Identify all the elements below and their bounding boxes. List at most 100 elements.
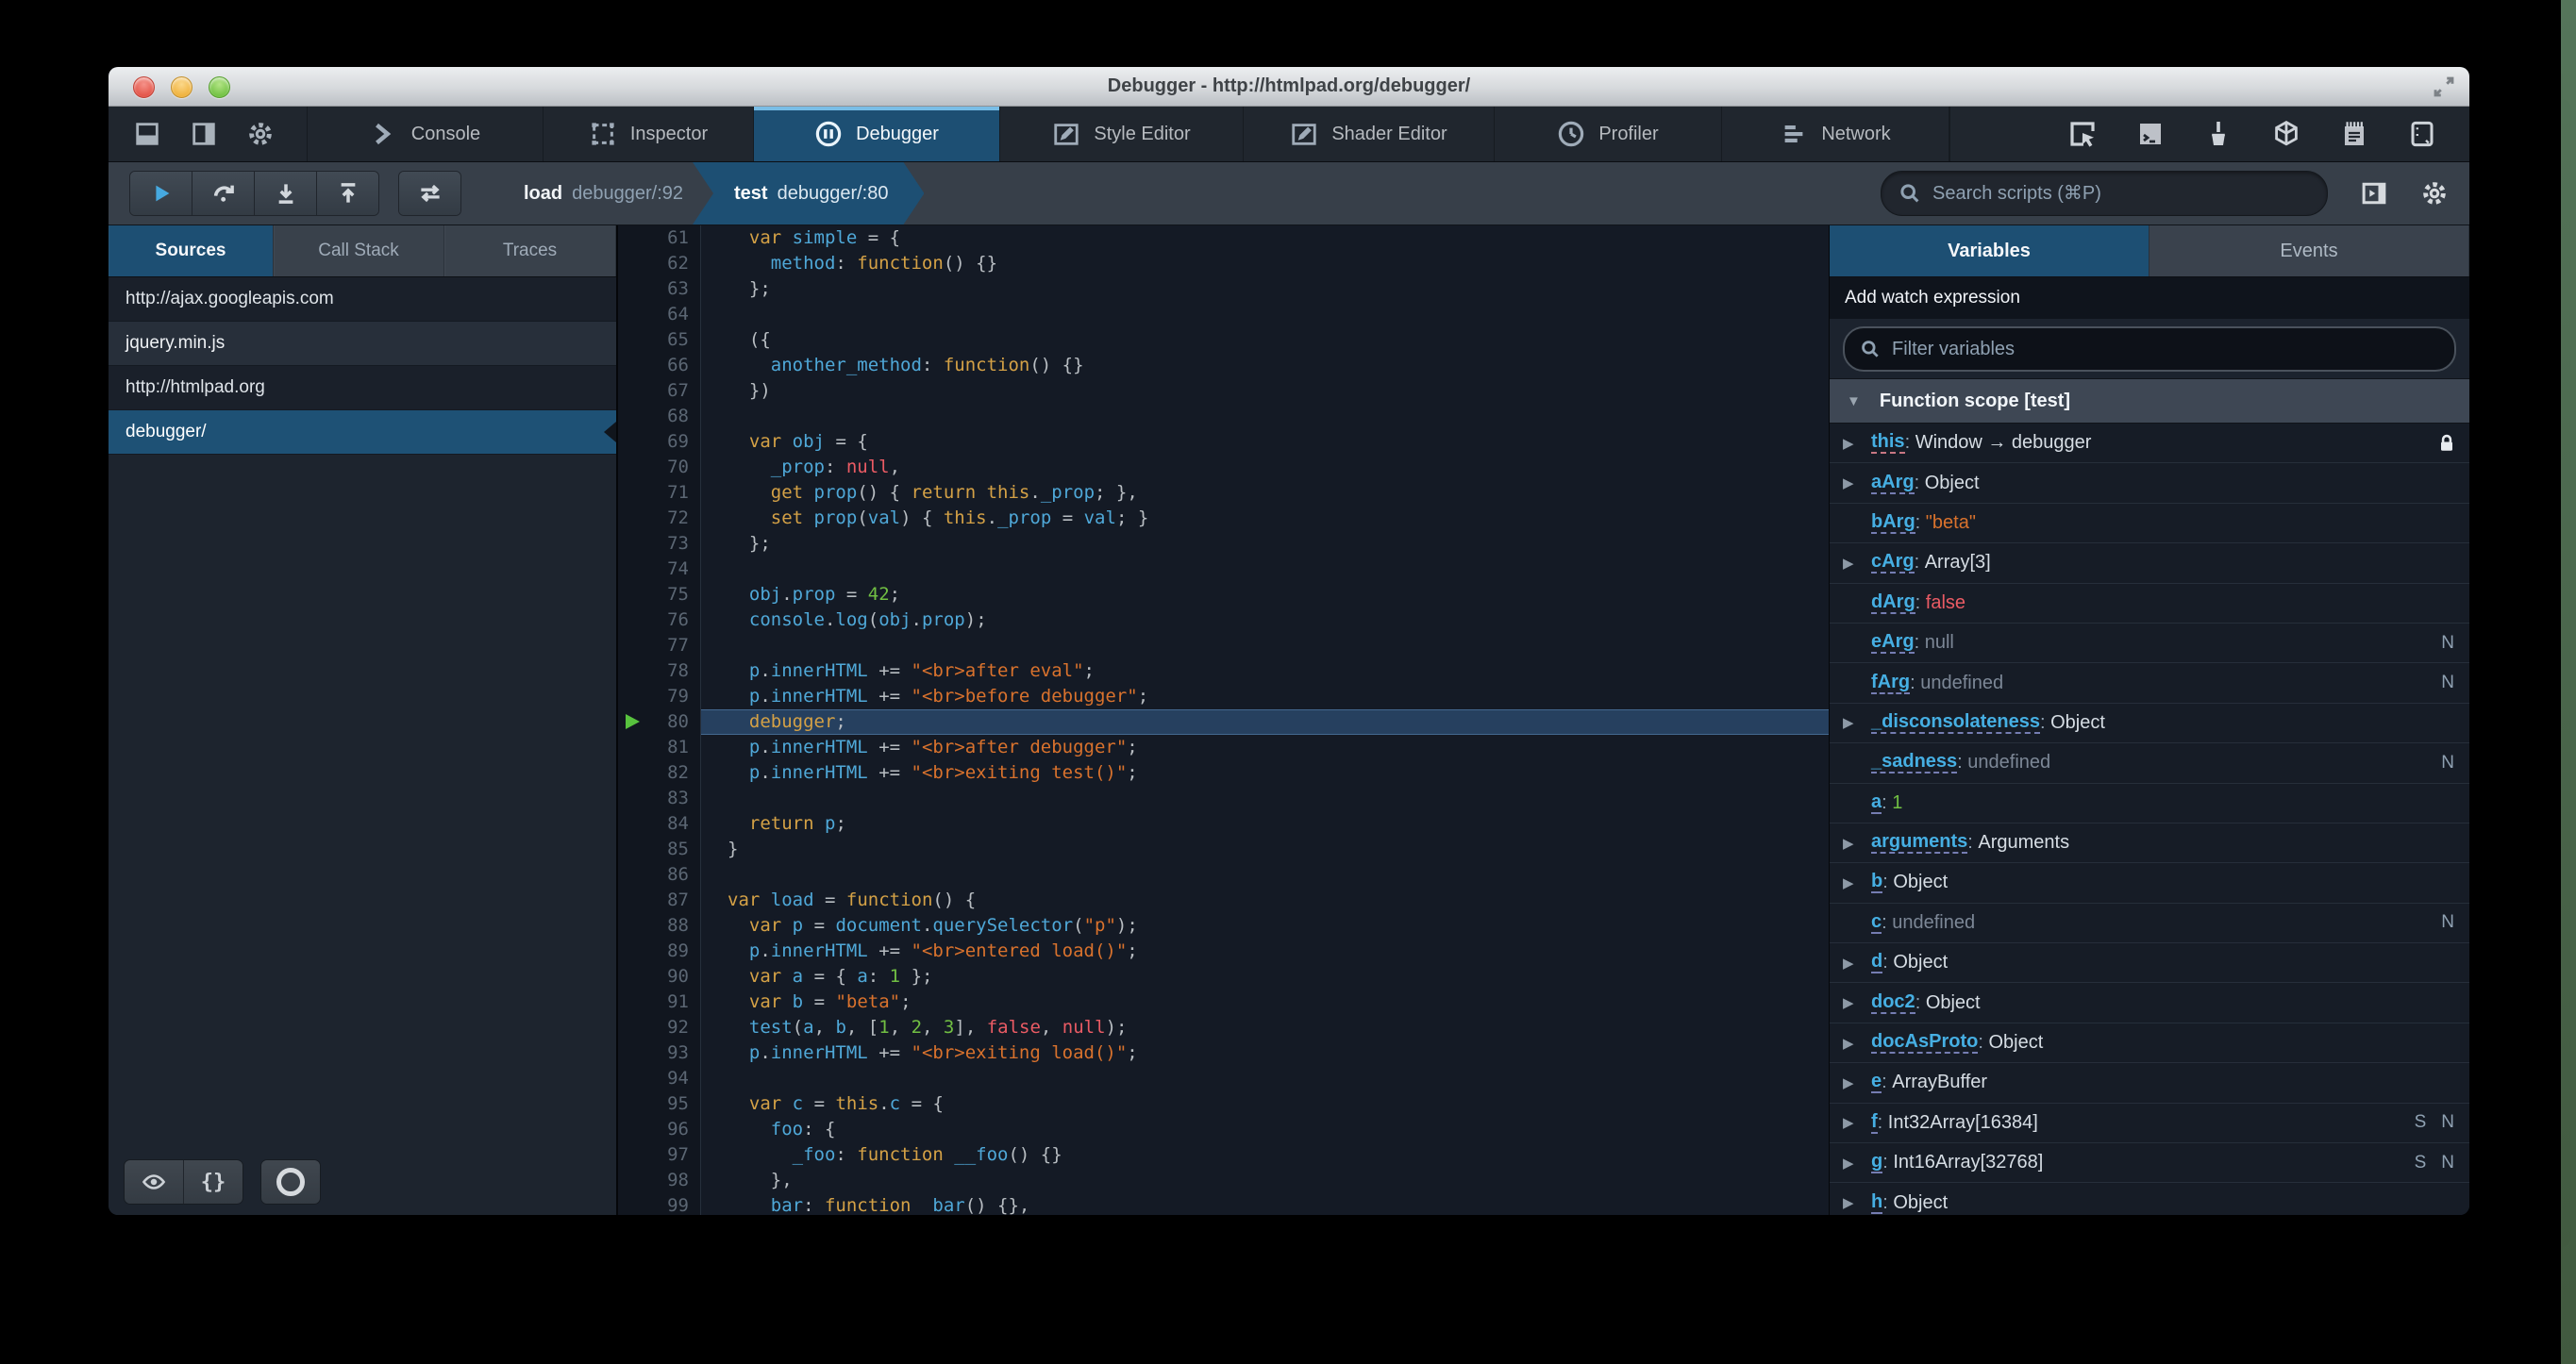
panel-toggle-icon[interactable] [2360,179,2388,208]
line-number[interactable]: 67 [618,378,701,404]
sidebar-tab-traces[interactable]: Traces [444,225,616,276]
line-number[interactable]: 88 [618,913,701,939]
expand-arrow-icon[interactable]: ▶ [1843,714,1854,731]
sidebar-tab-call-stack[interactable]: Call Stack [274,225,445,276]
panel-tab-events[interactable]: Events [2149,225,2469,276]
panel-tab-variables[interactable]: Variables [1830,225,2149,276]
dock-bottom-icon[interactable] [133,120,161,148]
line-number[interactable]: 99 [618,1193,701,1215]
pause-on-exceptions-button[interactable] [261,1160,320,1204]
source-item[interactable]: jquery.min.js [109,322,616,366]
line-number[interactable]: 68 [618,404,701,429]
expand-arrow-icon[interactable]: ▶ [1843,1074,1854,1091]
zoom-button[interactable] [209,76,230,98]
close-button[interactable] [133,76,155,98]
source-group[interactable]: http://htmlpad.org [109,366,616,410]
line-number[interactable]: 84 [618,811,701,837]
tab-inspector[interactable]: Inspector [543,107,753,161]
line-number[interactable]: 71 [618,480,701,506]
variable-row[interactable]: ▶ arguments: Arguments [1830,823,2469,864]
expand-arrow-icon[interactable]: ▶ [1843,1035,1854,1052]
variable-row[interactable]: ▶ f: Int32Array[16384] SN [1830,1104,2469,1144]
toggle-black-boxing-button[interactable] [399,172,460,215]
expand-arrow-icon[interactable]: ▶ [1843,1194,1854,1211]
variable-row[interactable]: c: undefined N [1830,904,2469,944]
line-number[interactable]: 95 [618,1091,701,1117]
variable-row[interactable]: ▶ e: ArrayBuffer [1830,1063,2469,1104]
expand-arrow-icon[interactable]: ▶ [1843,1114,1854,1131]
line-number[interactable]: 89 [618,939,701,964]
tilt-3d-icon[interactable] [2271,119,2301,149]
line-number[interactable]: 85 [618,837,701,862]
line-number[interactable]: 91 [618,990,701,1015]
line-number[interactable]: 69 [618,429,701,455]
line-number[interactable]: 83 [618,786,701,811]
line-number[interactable]: 65 [618,327,701,353]
line-number[interactable]: 80 [618,709,701,735]
split-console-icon[interactable] [2135,119,2166,149]
line-number[interactable]: 93 [618,1040,701,1066]
breadcrumb-load[interactable]: load debugger/:92 [501,162,706,225]
line-number[interactable]: 78 [618,658,701,684]
line-number[interactable]: 73 [618,531,701,557]
step-out-button[interactable] [316,172,378,215]
tab-console[interactable]: Console [307,107,543,161]
line-number[interactable]: 62 [618,251,701,276]
tab-style-editor[interactable]: Style Editor [999,107,1243,161]
paintbrush-icon[interactable] [2203,119,2233,149]
variable-row[interactable]: fArg: undefined N [1830,663,2469,704]
line-number[interactable]: 81 [618,735,701,760]
step-over-button[interactable] [192,172,254,215]
expand-arrow-icon[interactable]: ▶ [1843,835,1854,852]
resume-button[interactable] [130,172,192,215]
variable-row[interactable]: ▶ docAsProto: Object [1830,1023,2469,1064]
step-in-button[interactable] [254,172,316,215]
variable-row[interactable]: bArg: "beta" [1830,504,2469,544]
tab-debugger[interactable]: Debugger [753,107,999,161]
line-number[interactable]: 61 [618,225,701,251]
line-number[interactable]: 74 [618,557,701,582]
variable-row[interactable]: ▶ g: Int16Array[32768] SN [1830,1143,2469,1184]
dock-side-icon[interactable] [190,120,218,148]
expand-arrow-icon[interactable]: ▶ [1843,955,1854,972]
source-group[interactable]: http://ajax.googleapis.com [109,277,616,322]
gear-icon[interactable] [246,120,275,148]
code-editor[interactable]: 61 var simple = { 62 method: function() … [618,225,1829,1215]
line-number[interactable]: 92 [618,1015,701,1040]
search-scripts-input[interactable] [1931,181,2310,206]
tab-shader-editor[interactable]: Shader Editor [1243,107,1494,161]
pick-element-icon[interactable] [2067,119,2098,149]
line-number[interactable]: 94 [618,1066,701,1091]
variable-row[interactable]: ▶ aArg: Object [1830,463,2469,504]
tab-profiler[interactable]: Profiler [1494,107,1721,161]
variable-row[interactable]: ▶ this: Window → debugger [1830,424,2469,464]
pretty-print-button[interactable]: {} [183,1160,243,1204]
blackbox-source-button[interactable] [125,1160,183,1204]
minimize-button[interactable] [171,76,192,98]
line-number[interactable]: 79 [618,684,701,709]
variable-row[interactable]: ▶ doc2: Object [1830,983,2469,1023]
variable-row[interactable]: a: 1 [1830,784,2469,823]
expand-arrow-icon[interactable]: ▶ [1843,1155,1854,1172]
filter-variables-input[interactable] [1890,337,2439,361]
variable-row[interactable]: ▶ _disconsolateness: Object [1830,704,2469,744]
expand-arrow-icon[interactable]: ▶ [1843,994,1854,1011]
line-number[interactable]: 76 [618,607,701,633]
breadcrumb-test[interactable]: test debugger/:80 [693,162,924,225]
line-number[interactable]: 82 [618,760,701,786]
tab-network[interactable]: Network [1721,107,1949,161]
line-number[interactable]: 70 [618,455,701,480]
line-number[interactable]: 87 [618,888,701,913]
variable-row[interactable]: eArg: null N [1830,624,2469,664]
variable-row[interactable]: ▶ b: Object [1830,863,2469,904]
line-number[interactable]: 98 [618,1168,701,1193]
line-number[interactable]: 64 [618,302,701,327]
line-number[interactable]: 75 [618,582,701,607]
line-number[interactable]: 96 [618,1117,701,1142]
expand-arrow-icon[interactable]: ▶ [1843,555,1854,572]
source-item[interactable]: debugger/ [109,410,616,455]
line-number[interactable]: 66 [618,353,701,378]
variable-row[interactable]: ▶ d: Object [1830,943,2469,984]
add-watch-expression[interactable]: Add watch expression [1830,277,2469,320]
expand-arrow-icon[interactable]: ▶ [1843,474,1854,491]
